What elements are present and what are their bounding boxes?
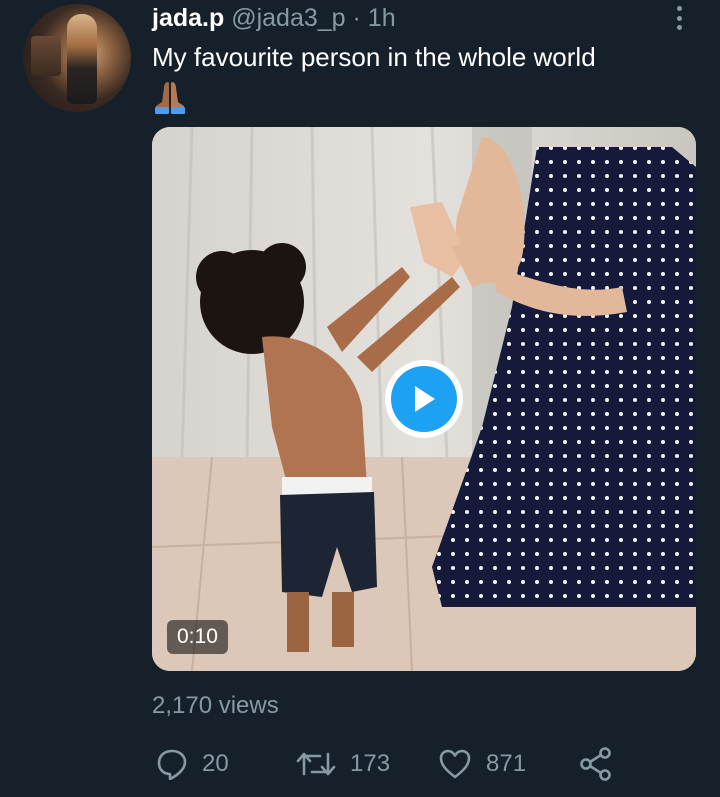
video-duration: 0:10 xyxy=(167,620,228,654)
avatar-figure xyxy=(67,14,97,104)
retweet-icon xyxy=(296,752,336,776)
header-separator: · xyxy=(352,4,361,32)
play-button[interactable] xyxy=(385,360,463,438)
tweet[interactable]: jada.p @jada3_p · 1h My favourite person… xyxy=(0,0,720,797)
share-button[interactable] xyxy=(580,744,612,784)
reply-count: 20 xyxy=(202,750,229,777)
play-icon xyxy=(415,386,435,412)
like-count: 871 xyxy=(486,750,527,777)
praying-hands-emoji xyxy=(155,82,185,114)
retweet-button[interactable]: 173 xyxy=(296,744,390,784)
heart-icon xyxy=(439,749,471,779)
avatar[interactable] xyxy=(23,4,131,112)
video-player[interactable]: 0:10 xyxy=(152,127,696,671)
play-button-inner xyxy=(391,366,457,432)
reply-icon xyxy=(157,749,187,780)
tweet-text: My favourite person in the whole world xyxy=(152,42,596,72)
avatar-background xyxy=(31,36,61,76)
more-vertical-icon xyxy=(676,6,682,11)
more-options-button[interactable] xyxy=(670,6,688,30)
share-icon xyxy=(580,747,611,781)
view-count: 2,170 views xyxy=(152,692,279,719)
author-name[interactable]: jada.p xyxy=(152,4,224,32)
like-button[interactable]: 871 xyxy=(438,744,526,784)
tweet-header: jada.p @jada3_p · 1h xyxy=(152,2,396,34)
retweet-count: 173 xyxy=(350,750,391,777)
more-dot xyxy=(676,25,682,30)
more-dot xyxy=(676,15,682,21)
author-handle[interactable]: @jada3_p xyxy=(231,4,345,32)
tweet-timestamp[interactable]: 1h xyxy=(368,4,396,32)
reply-button[interactable]: 20 xyxy=(156,744,229,784)
